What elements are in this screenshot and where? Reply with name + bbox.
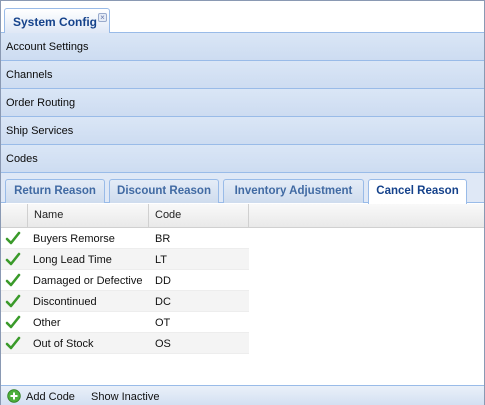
- check-icon: [5, 336, 21, 350]
- check-icon: [5, 315, 21, 329]
- row-name: Out of Stock: [33, 338, 94, 350]
- panel-channels[interactable]: Channels: [1, 61, 484, 89]
- tab-discount-reason[interactable]: Discount Reason: [109, 179, 219, 203]
- row-name: Other: [33, 317, 61, 329]
- show-inactive-button[interactable]: Show Inactive: [91, 391, 159, 403]
- row-name: Discontinued: [33, 296, 97, 308]
- main-tab-strip: System Config ×: [1, 1, 484, 33]
- tab-system-config[interactable]: System Config ×: [4, 8, 110, 33]
- bottom-toolbar: Add Code Show Inactive: [1, 385, 484, 405]
- grid-header-status[interactable]: [1, 204, 28, 228]
- panel-order-routing[interactable]: Order Routing: [1, 89, 484, 117]
- accordion-panels: Account Settings Channels Order Routing …: [1, 33, 484, 173]
- table-row[interactable]: Buyers Remorse BR: [1, 228, 249, 249]
- check-icon: [5, 231, 21, 245]
- row-name: Damaged or Defective: [33, 275, 143, 287]
- check-icon: [5, 273, 21, 287]
- check-icon: [5, 294, 21, 308]
- panel-account-settings[interactable]: Account Settings: [1, 33, 484, 61]
- system-config-window: System Config × Account Settings Channel…: [0, 0, 485, 405]
- row-code: DC: [155, 296, 171, 308]
- table-row[interactable]: Discontinued DC: [1, 291, 249, 312]
- grid-header-name[interactable]: Name: [28, 204, 149, 228]
- tab-cancel-reason[interactable]: Cancel Reason: [368, 179, 467, 204]
- panel-ship-services[interactable]: Ship Services: [1, 117, 484, 145]
- table-row[interactable]: Other OT: [1, 312, 249, 333]
- row-name: Buyers Remorse: [33, 233, 115, 245]
- tab-system-config-label: System Config: [13, 15, 98, 29]
- table-row[interactable]: Out of Stock OS: [1, 333, 249, 354]
- table-row[interactable]: Damaged or Defective DD: [1, 270, 249, 291]
- check-icon: [5, 252, 21, 266]
- row-code: DD: [155, 275, 171, 287]
- tab-inventory-adjustment[interactable]: Inventory Adjustment: [223, 179, 364, 203]
- add-code-label: Add Code: [26, 391, 75, 403]
- row-code: OT: [155, 317, 171, 329]
- tab-return-reason[interactable]: Return Reason: [5, 179, 105, 203]
- table-row[interactable]: Long Lead Time LT: [1, 249, 249, 270]
- row-code: OS: [155, 338, 171, 350]
- row-name: Long Lead Time: [33, 254, 112, 266]
- add-icon: [7, 389, 21, 403]
- row-code: BR: [155, 233, 171, 245]
- codes-tab-strip: Return Reason Discount Reason Inventory …: [1, 173, 484, 204]
- panel-codes[interactable]: Codes: [1, 145, 484, 173]
- cancel-reason-grid: Name Code Buyers Remorse BR Long Lead Ti…: [1, 204, 484, 382]
- grid-header-code[interactable]: Code: [149, 204, 249, 228]
- grid-header: Name Code: [1, 204, 484, 228]
- close-icon[interactable]: ×: [98, 13, 107, 22]
- row-code: LT: [155, 254, 168, 266]
